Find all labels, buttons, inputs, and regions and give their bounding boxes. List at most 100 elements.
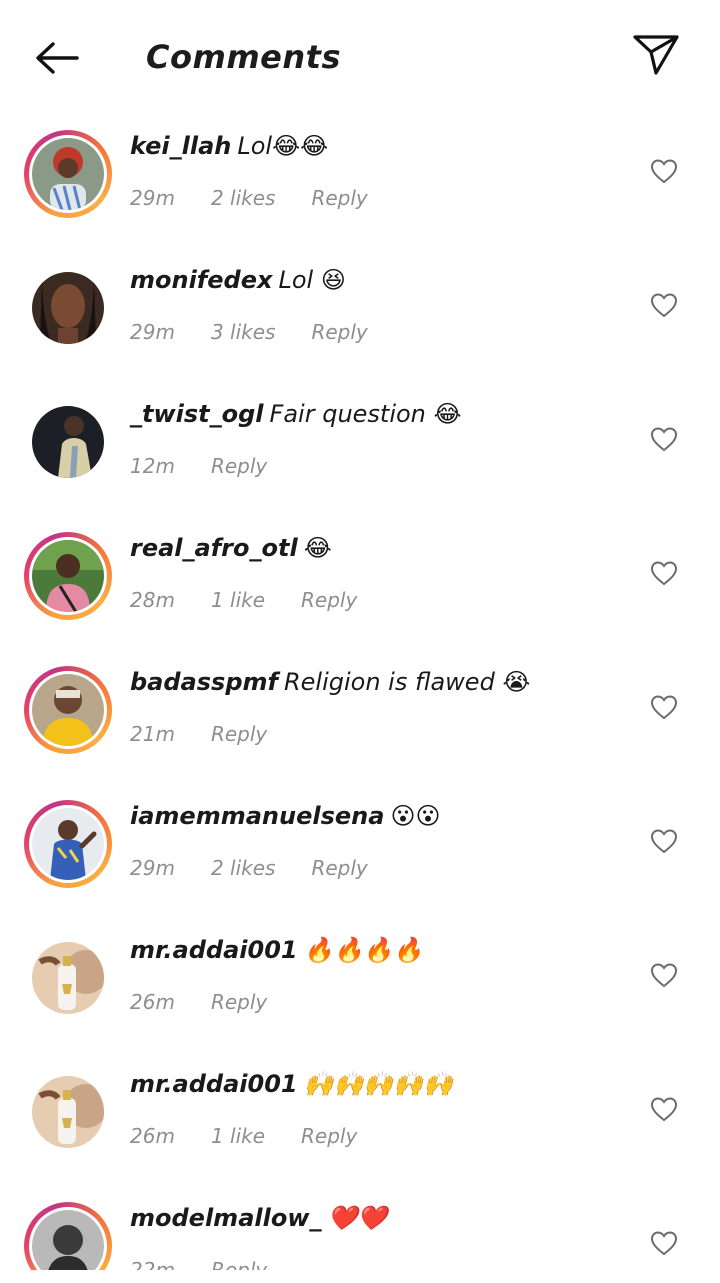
comment-time: 29m [130, 856, 175, 880]
comment-text-line: badasspmf Religion is flawed 😭 [130, 668, 530, 696]
comment-row: _twist_ogl Fair question 😂 12m Reply [0, 384, 720, 518]
comment-meta: 22m Reply [130, 1258, 303, 1270]
comment-time: 22m [130, 1258, 175, 1270]
comment-text-line: modelmallow_ ❤️❤️ [130, 1204, 387, 1232]
avatar[interactable] [24, 398, 112, 486]
comment-text-line: _twist_ogl Fair question 😂 [130, 400, 462, 428]
share-button[interactable] [628, 30, 684, 80]
comment-body: Lol😂😂 [237, 132, 329, 160]
comment-text-line: mr.addai001 🔥🔥🔥🔥 [130, 936, 423, 964]
profile-photo [32, 808, 104, 880]
reply-button[interactable]: Reply [301, 588, 357, 612]
heart-icon[interactable] [650, 962, 678, 988]
comment-body: 🙌🙌🙌🙌🙌 [303, 1070, 454, 1098]
heart-icon[interactable] [650, 1096, 678, 1122]
reply-button[interactable]: Reply [211, 1258, 267, 1270]
heart-icon[interactable] [650, 158, 678, 184]
comment-body: 😮😮 [390, 802, 441, 830]
heart-icon[interactable] [650, 1230, 678, 1256]
arrow-left-icon [36, 42, 79, 74]
heart-icon[interactable] [650, 560, 678, 586]
comment-username[interactable]: iamemmanuelsena [130, 802, 384, 830]
avatar[interactable] [24, 800, 112, 888]
page-title: Comments [146, 38, 341, 76]
avatar[interactable] [24, 934, 112, 1022]
avatar[interactable] [24, 264, 112, 352]
profile-photo [32, 1076, 104, 1148]
comment-row: modelmallow_ ❤️❤️ 22m Reply [0, 1188, 720, 1270]
comment-body: Lol 😆 [278, 266, 346, 294]
comment-meta: 12m Reply [130, 454, 303, 478]
paper-plane-icon [633, 35, 679, 75]
comment-row: kei_llah Lol😂😂 29m 2 likes Reply [0, 116, 720, 250]
comment-likes[interactable]: 3 likes [211, 320, 276, 344]
comment-meta: 28m 1 like Reply [130, 588, 393, 612]
comment-time: 26m [130, 1124, 175, 1148]
comment-meta: 26m 1 like Reply [130, 1124, 393, 1148]
comment-meta: 21m Reply [130, 722, 303, 746]
comment-row: iamemmanuelsena 😮😮 29m 2 likes Reply [0, 786, 720, 920]
comment-row: mr.addai001 🔥🔥🔥🔥 26m Reply [0, 920, 720, 1054]
reply-button[interactable]: Reply [311, 856, 367, 880]
comment-body: 🔥🔥🔥🔥 [303, 936, 424, 964]
heart-icon[interactable] [650, 426, 678, 452]
reply-button[interactable]: Reply [211, 990, 267, 1014]
profile-photo [32, 674, 104, 746]
profile-photo [32, 540, 104, 612]
profile-photo [32, 272, 104, 344]
avatar[interactable] [24, 1202, 112, 1270]
comment-username[interactable]: kei_llah [130, 132, 231, 160]
comment-username[interactable]: badasspmf [130, 668, 278, 696]
comment-row: monifedex Lol 😆 29m 3 likes Reply [0, 250, 720, 384]
comment-text-line: real_afro_otl 😂 [130, 534, 332, 562]
comment-body: 😂 [303, 534, 332, 562]
avatar[interactable] [24, 532, 112, 620]
bottom-edge [0, 1270, 720, 1283]
comment-time: 26m [130, 990, 175, 1014]
avatar[interactable] [24, 1068, 112, 1156]
comment-username[interactable]: modelmallow_ [130, 1204, 322, 1232]
comment-text-line: mr.addai001 🙌🙌🙌🙌🙌 [130, 1070, 453, 1098]
comment-text-line: kei_llah Lol😂😂 [130, 132, 328, 160]
reply-button[interactable]: Reply [211, 454, 267, 478]
comment-time: 29m [130, 320, 175, 344]
comment-body: Fair question 😂 [269, 400, 462, 428]
profile-photo [32, 406, 104, 478]
comment-meta: 29m 3 likes Reply [130, 320, 404, 344]
comment-meta: 29m 2 likes Reply [130, 186, 404, 210]
reply-button[interactable]: Reply [311, 186, 367, 210]
heart-icon[interactable] [650, 828, 678, 854]
comment-row: mr.addai001 🙌🙌🙌🙌🙌 26m 1 like Reply [0, 1054, 720, 1188]
profile-photo [32, 942, 104, 1014]
back-button[interactable] [30, 34, 84, 82]
avatar[interactable] [24, 130, 112, 218]
top-bar: Comments [0, 0, 720, 116]
comment-time: 12m [130, 454, 175, 478]
heart-icon[interactable] [650, 694, 678, 720]
comment-likes[interactable]: 2 likes [211, 856, 276, 880]
comment-likes[interactable]: 1 like [211, 1124, 265, 1148]
comment-row: badasspmf Religion is flawed 😭 21m Reply [0, 652, 720, 786]
comment-username[interactable]: _twist_ogl [130, 400, 264, 428]
comment-text-line: monifedex Lol 😆 [130, 266, 346, 294]
reply-button[interactable]: Reply [301, 1124, 357, 1148]
profile-photo [32, 138, 104, 210]
comment-body: ❤️❤️ [327, 1204, 388, 1232]
comment-username[interactable]: mr.addai001 [130, 1070, 298, 1098]
comment-likes[interactable]: 1 like [211, 588, 265, 612]
comment-username[interactable]: monifedex [130, 266, 272, 294]
comment-time: 21m [130, 722, 175, 746]
reply-button[interactable]: Reply [311, 320, 367, 344]
comment-username[interactable]: real_afro_otl [130, 534, 298, 562]
comment-meta: 26m Reply [130, 990, 303, 1014]
comment-likes[interactable]: 2 likes [211, 186, 276, 210]
comment-body: Religion is flawed 😭 [283, 668, 531, 696]
comment-username[interactable]: mr.addai001 [130, 936, 298, 964]
comment-text-line: iamemmanuelsena 😮😮 [130, 802, 440, 830]
comment-time: 29m [130, 186, 175, 210]
reply-button[interactable]: Reply [211, 722, 267, 746]
comment-time: 28m [130, 588, 175, 612]
heart-icon[interactable] [650, 292, 678, 318]
avatar[interactable] [24, 666, 112, 754]
comment-meta: 29m 2 likes Reply [130, 856, 404, 880]
